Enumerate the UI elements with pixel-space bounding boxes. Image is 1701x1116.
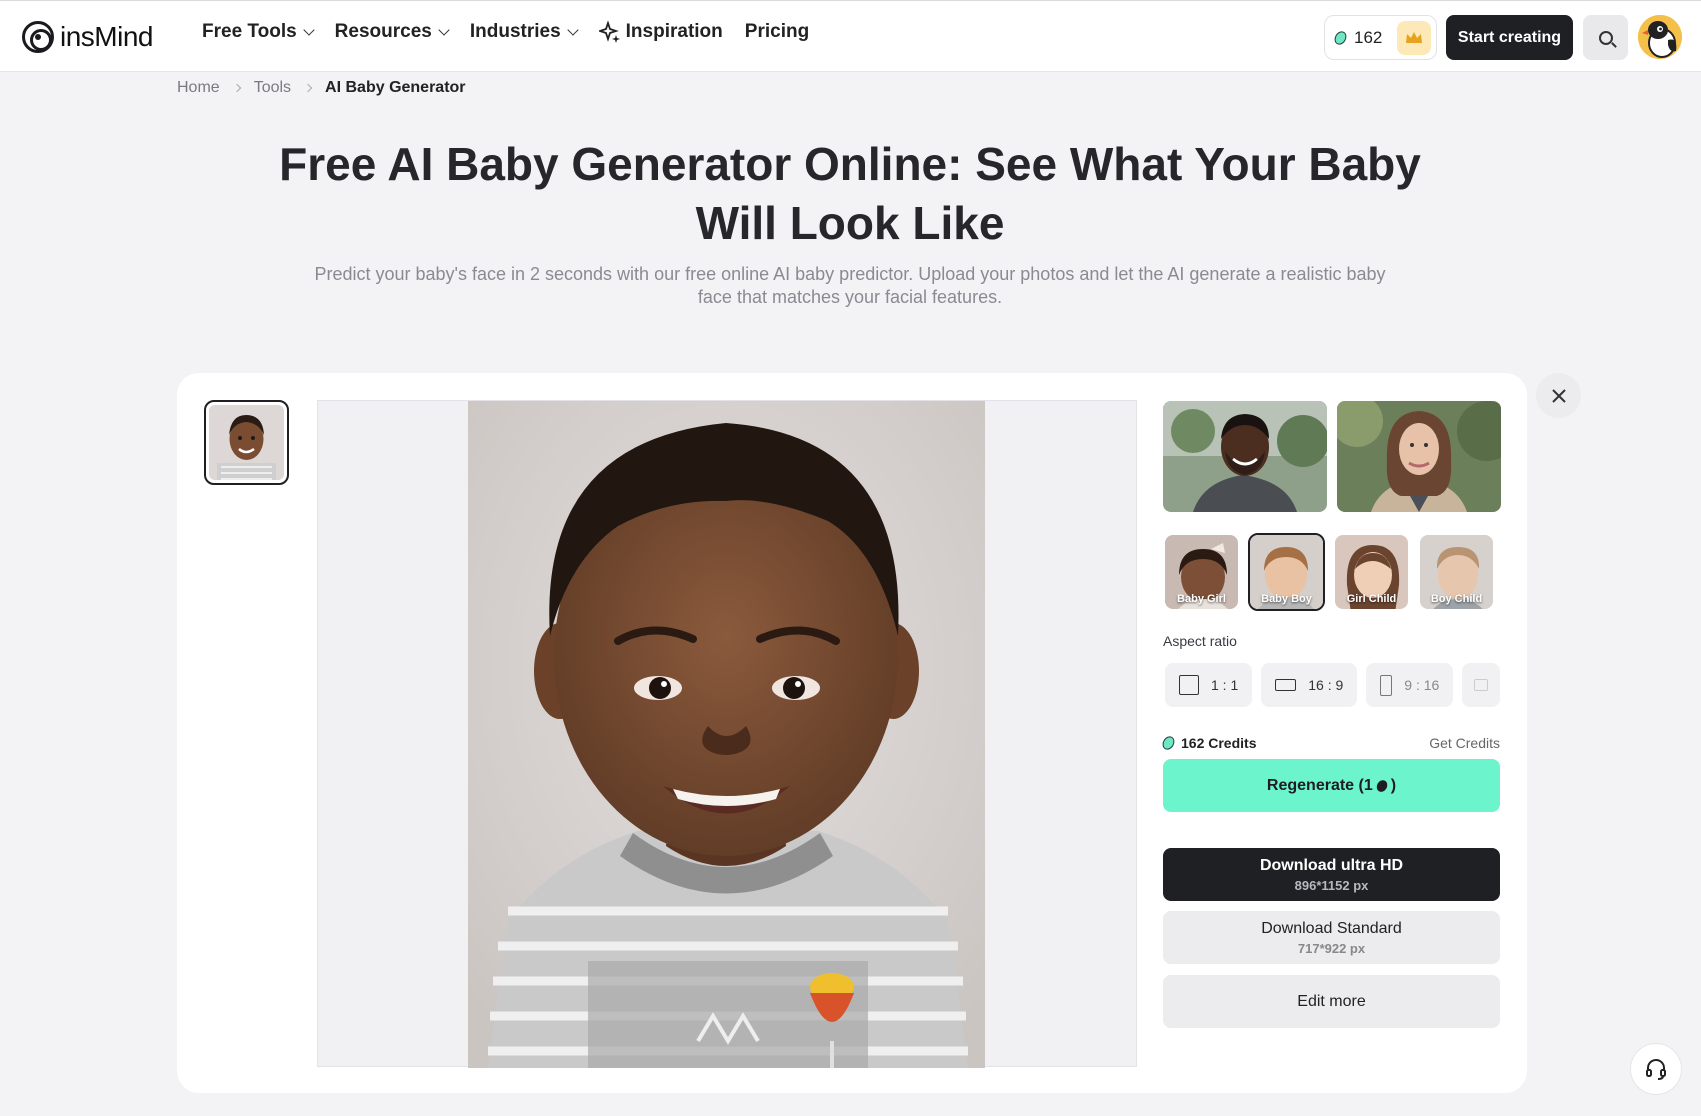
get-credits-link[interactable]: Get Credits: [1429, 735, 1500, 751]
breadcrumb-home[interactable]: Home: [177, 79, 220, 97]
crown-icon[interactable]: [1397, 21, 1431, 55]
download-standard-button[interactable]: Download Standard 717*922 px: [1163, 911, 1500, 964]
download-hd-size: 896*1152 px: [1294, 877, 1369, 893]
top-header: insMind Free Tools Resources Industries …: [0, 0, 1701, 72]
generator-card: Baby Girl Baby Boy Girl Child Boy Child …: [177, 373, 1527, 1093]
credit-bean-icon: [1374, 777, 1390, 794]
download-ultra-hd-button[interactable]: Download ultra HD 896*1152 px: [1163, 848, 1500, 901]
nav-resources-label: Resources: [334, 21, 432, 42]
main-nav: Free Tools Resources Industries Inspirat…: [202, 21, 809, 43]
style-baby-boy[interactable]: Baby Boy: [1248, 533, 1325, 611]
style-boy-child[interactable]: Boy Child: [1418, 533, 1495, 611]
nav-resources[interactable]: Resources: [334, 21, 450, 43]
credits-count: 162: [1354, 27, 1383, 47]
aspect-option-label: 16 : 9: [1308, 677, 1344, 693]
logo-text: insMind: [60, 21, 153, 52]
close-button[interactable]: [1536, 373, 1581, 418]
page-subtitle: Predict your baby's face in 2 seconds wi…: [314, 264, 1386, 307]
insmind-logo[interactable]: insMind: [22, 19, 153, 55]
breadcrumb-tools[interactable]: Tools: [254, 79, 291, 97]
result-thumbnail[interactable]: [204, 400, 289, 485]
style-girl-child[interactable]: Girl Child: [1333, 533, 1410, 611]
search-icon: [1598, 30, 1613, 45]
parent-photo-mother[interactable]: [1337, 401, 1501, 512]
nav-inspiration[interactable]: Inspiration: [598, 21, 723, 43]
regenerate-label: Regenerate (1: [1266, 776, 1373, 794]
aspect-1-1-button[interactable]: 1 : 1: [1165, 663, 1253, 707]
sparkle-icon: [598, 21, 620, 43]
aspect-ratio-label: Aspect ratio: [1163, 633, 1237, 649]
nav-free-tools-label: Free Tools: [202, 21, 297, 42]
style-baby-girl[interactable]: Baby Girl: [1163, 533, 1240, 611]
credit-bean-icon: [1160, 734, 1177, 752]
style-label: Boy Child: [1430, 593, 1483, 605]
chevron-right-icon: [303, 83, 313, 93]
credits-balance-label: 162 Credits: [1181, 735, 1257, 751]
portrait-icon: [1380, 674, 1393, 696]
breadcrumb-current: AI Baby Generator: [325, 79, 466, 96]
result-preview: [317, 400, 1137, 1068]
nav-free-tools[interactable]: Free Tools: [202, 21, 315, 43]
nav-pricing-label: Pricing: [744, 21, 810, 42]
credits-balance: 162 Credits: [1160, 734, 1257, 752]
search-button[interactable]: [1583, 15, 1628, 60]
download-std-label: Download Standard: [1261, 919, 1402, 937]
chevron-right-icon: [232, 83, 241, 93]
style-label: Baby Girl: [1177, 593, 1226, 605]
aspect-ratio-options: 1 : 1 16 : 9 9 : 16: [1165, 663, 1500, 709]
aspect-option-label: 9 : 16: [1404, 677, 1440, 693]
breadcrumb: Home Tools AI Baby Generator: [177, 79, 466, 97]
credit-bean-icon: [1332, 28, 1349, 47]
aspect-9-16-button[interactable]: 9 : 16: [1366, 663, 1454, 707]
nav-pricing[interactable]: Pricing: [745, 21, 809, 43]
download-hd-label: Download ultra HD: [1259, 856, 1404, 874]
download-std-size: 717*922 px: [1297, 940, 1366, 956]
logo-icon: [22, 21, 54, 53]
chevron-down-icon: [438, 23, 450, 36]
aspect-more-button[interactable]: [1462, 663, 1500, 707]
aspect-option-label: 1 : 1: [1211, 677, 1239, 693]
page-title: Free AI Baby Generator Online: See What …: [279, 138, 1421, 249]
nav-industries-label: Industries: [469, 21, 561, 42]
edit-more-button[interactable]: Edit more: [1163, 975, 1500, 1028]
start-creating-button[interactable]: Start creating: [1446, 15, 1573, 60]
chevron-down-icon: [566, 23, 579, 36]
style-label: Baby Boy: [1261, 593, 1312, 605]
parent-photos: [1163, 401, 1501, 512]
style-label: Girl Child: [1346, 593, 1397, 605]
support-chat-button[interactable]: [1630, 1043, 1682, 1095]
regenerate-button[interactable]: Regenerate (1 ): [1163, 759, 1500, 812]
aspect-16-9-button[interactable]: 16 : 9: [1261, 663, 1358, 707]
nav-industries[interactable]: Industries: [469, 21, 579, 43]
headset-icon: [1646, 1059, 1666, 1080]
regenerate-label-suffix: ): [1390, 776, 1397, 794]
credits-pill[interactable]: 162: [1324, 15, 1437, 60]
landscape-icon: [1275, 679, 1297, 691]
generated-baby-image: [468, 401, 985, 1068]
close-icon: [1551, 388, 1566, 403]
style-options: Baby Girl Baby Boy Girl Child Boy Child: [1163, 533, 1500, 611]
avatar[interactable]: [1638, 15, 1682, 59]
credits-row: 162 Credits Get Credits: [1160, 734, 1500, 752]
parent-photo-father[interactable]: [1163, 401, 1327, 512]
square-icon: [1179, 675, 1199, 695]
nav-inspiration-label: Inspiration: [625, 21, 723, 42]
aspect-icon: [1474, 679, 1489, 691]
chevron-down-icon: [303, 23, 315, 36]
